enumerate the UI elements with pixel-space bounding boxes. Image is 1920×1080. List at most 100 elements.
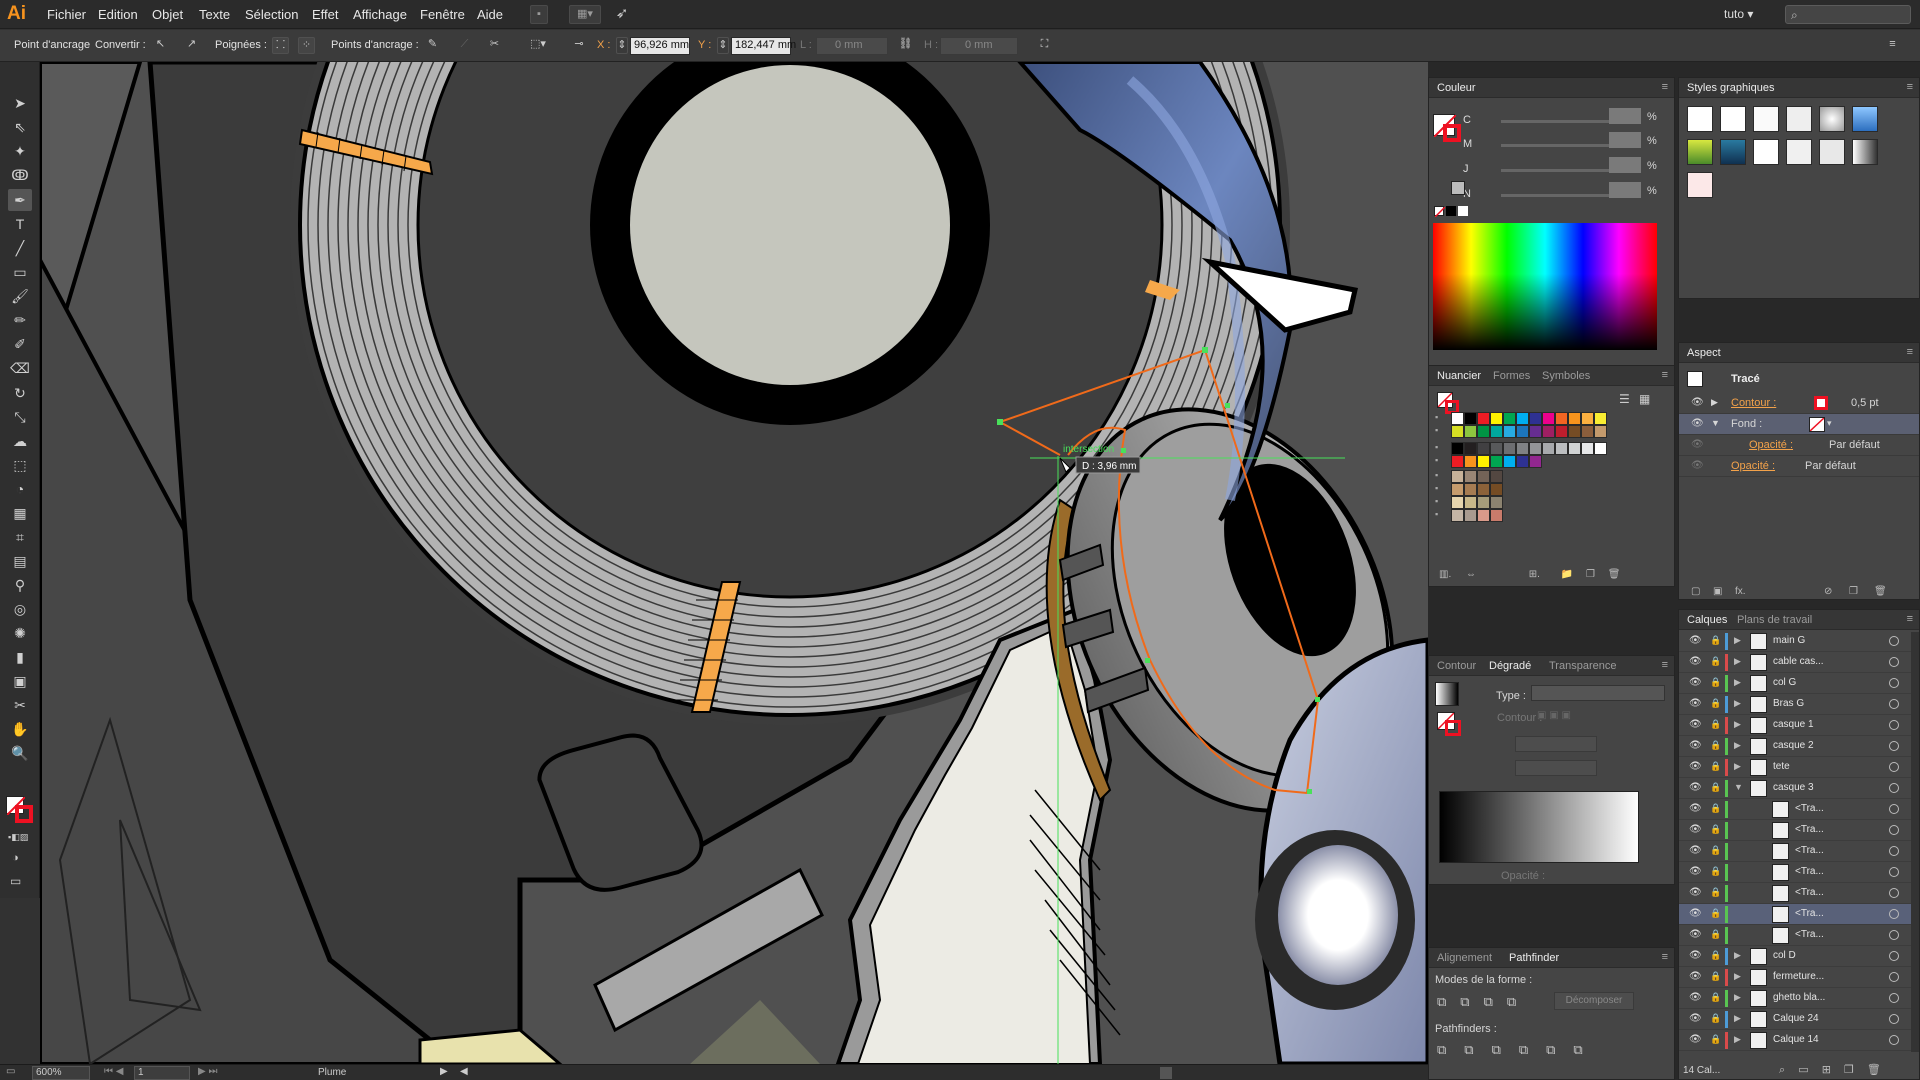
style-3[interactable] xyxy=(1753,106,1779,132)
layer-row[interactable]: 👁 🔒 ▼ casque 3 xyxy=(1679,778,1911,799)
layer-row[interactable]: 👁 🔒 ▶ cable cas... xyxy=(1679,652,1911,673)
swatch[interactable] xyxy=(1451,425,1464,438)
layer-name[interactable]: fermeture... xyxy=(1773,971,1824,982)
lock-icon[interactable]: 🔒 xyxy=(1710,656,1721,667)
swatch[interactable] xyxy=(1594,412,1607,425)
swatch[interactable] xyxy=(1555,425,1568,438)
visibility-eye-icon[interactable]: 👁 xyxy=(1689,740,1702,751)
layer-name[interactable]: Calque 24 xyxy=(1773,1013,1819,1024)
magenta-slider[interactable] xyxy=(1501,144,1609,147)
tab-contour[interactable]: Contour xyxy=(1437,660,1476,672)
style-11[interactable] xyxy=(1819,139,1845,165)
lock-icon[interactable]: 🔒 xyxy=(1710,1034,1721,1045)
swatch[interactable] xyxy=(1529,412,1542,425)
layer-target-icon[interactable] xyxy=(1889,930,1899,940)
workspace-switcher[interactable]: tuto ▾ xyxy=(1724,7,1753,21)
mesh-tool-icon[interactable]: ⌗ xyxy=(8,526,32,548)
eye-icon[interactable]: 👁 xyxy=(1691,418,1704,429)
swatch[interactable] xyxy=(1451,442,1464,455)
lock-icon[interactable]: 🔒 xyxy=(1710,740,1721,751)
swatch[interactable] xyxy=(1464,483,1477,496)
swatch[interactable] xyxy=(1503,442,1516,455)
swatch-group-folder-icon[interactable]: ▪ xyxy=(1435,509,1438,519)
style-12[interactable] xyxy=(1852,139,1878,165)
pathfinder-buttons[interactable]: ⧉⧉⧉⧉⧉⧉ xyxy=(1437,1042,1601,1058)
swatch[interactable] xyxy=(1490,509,1503,522)
contour-label[interactable]: Contour : xyxy=(1731,397,1776,409)
visibility-eye-icon[interactable]: 👁 xyxy=(1689,992,1702,1003)
new-swatch-icon[interactable]: ❐ xyxy=(1586,569,1595,580)
swatch[interactable] xyxy=(1477,412,1490,425)
visibility-eye-icon[interactable]: 👁 xyxy=(1689,761,1702,772)
warp-tool-icon[interactable]: ☁ xyxy=(8,430,32,452)
layer-row[interactable]: 👁 🔒 <Tra... xyxy=(1679,841,1911,862)
tab-symboles[interactable]: Symboles xyxy=(1542,370,1590,382)
control-menu-icon[interactable]: ≡ xyxy=(1884,37,1901,54)
none-swatch[interactable] xyxy=(1434,206,1446,218)
direct-selection-tool-icon[interactable]: ⇖ xyxy=(8,116,32,138)
layer-row[interactable]: 👁 🔒 ▶ col D xyxy=(1679,946,1911,967)
layer-row[interactable]: 👁 🔒 ▶ Calque 14 xyxy=(1679,1030,1911,1051)
isolate-icon[interactable]: ⬚▾ xyxy=(525,37,551,54)
swatch[interactable] xyxy=(1529,442,1542,455)
zoom-tool-icon[interactable]: 🔍 xyxy=(8,742,32,764)
swatch[interactable] xyxy=(1451,496,1464,509)
layer-row[interactable]: 👁 🔒 ▶ Bras G xyxy=(1679,694,1911,715)
yellow-slider[interactable] xyxy=(1501,169,1609,172)
menu-edition[interactable]: Edition xyxy=(98,7,138,22)
tab-transparence[interactable]: Transparence xyxy=(1549,660,1616,672)
style-6[interactable] xyxy=(1852,106,1878,132)
search-input[interactable]: ⌕ xyxy=(1785,5,1911,24)
rectangle-tool-icon[interactable]: ▭ xyxy=(8,261,32,283)
eye-icon[interactable]: 👁 xyxy=(1691,439,1704,450)
delete-layer-icon[interactable]: 🗑 xyxy=(1867,1064,1881,1076)
collapse-triangle-icon[interactable]: ▼ xyxy=(1711,418,1720,428)
layer-target-icon[interactable] xyxy=(1889,804,1899,814)
color-spectrum[interactable] xyxy=(1433,223,1657,350)
gradient-preview[interactable] xyxy=(1435,682,1459,706)
y-field[interactable]: 182,447 mm xyxy=(731,37,796,55)
swatch[interactable] xyxy=(1555,412,1568,425)
lock-icon[interactable]: 🔒 xyxy=(1710,803,1721,814)
swatch-options-icon[interactable]: ⊞. xyxy=(1529,569,1540,580)
swatch-group-folder-icon[interactable]: ▪ xyxy=(1435,442,1438,452)
new-layer-icon[interactable]: ❐ xyxy=(1844,1064,1854,1076)
layer-row[interactable]: 👁 🔒 ▶ col G xyxy=(1679,673,1911,694)
style-default[interactable] xyxy=(1687,106,1713,132)
swatch[interactable] xyxy=(1516,425,1529,438)
style-13[interactable] xyxy=(1687,172,1713,198)
artboard-canvas[interactable]: intersection D : 3,96 mm xyxy=(40,62,1428,1064)
color-stroke-swatch[interactable] xyxy=(1443,124,1461,142)
contour-swatch[interactable] xyxy=(1814,396,1828,410)
style-4[interactable] xyxy=(1786,106,1812,132)
horizontal-scrollbar[interactable] xyxy=(1160,1067,1172,1079)
tab-formes[interactable]: Formes xyxy=(1493,370,1530,382)
layer-target-icon[interactable] xyxy=(1889,846,1899,856)
layer-target-icon[interactable] xyxy=(1889,720,1899,730)
lock-icon[interactable]: 🔒 xyxy=(1710,866,1721,877)
gradient-type-select[interactable] xyxy=(1531,685,1665,701)
swatch[interactable] xyxy=(1451,483,1464,496)
menu-fenetre[interactable]: Fenêtre xyxy=(420,7,465,22)
expand-button[interactable]: Décomposer xyxy=(1554,992,1634,1010)
swatch[interactable] xyxy=(1477,483,1490,496)
layer-expand-icon[interactable]: ▶ xyxy=(1734,635,1741,646)
paintbrush-tool-icon[interactable]: 🖌 xyxy=(8,285,32,307)
layer-target-icon[interactable] xyxy=(1889,909,1899,919)
swatch[interactable] xyxy=(1451,470,1464,483)
layer-expand-icon[interactable]: ▶ xyxy=(1734,1013,1741,1024)
yellow-field[interactable] xyxy=(1609,157,1641,173)
layer-name[interactable]: col D xyxy=(1773,950,1796,961)
y-stepper[interactable]: ⇕ xyxy=(717,37,729,54)
swatch[interactable] xyxy=(1542,425,1555,438)
gradient-tool-icon[interactable]: ▤ xyxy=(8,550,32,572)
layer-name[interactable]: col G xyxy=(1773,677,1796,688)
swatch-library-icon[interactable]: ▥. xyxy=(1439,569,1451,580)
scale-tool-icon[interactable]: ⤡ xyxy=(8,406,32,428)
add-fill-icon[interactable]: ▣ xyxy=(1713,586,1722,597)
type-tool-icon[interactable]: T xyxy=(8,213,32,235)
layer-row[interactable]: 👁 🔒 <Tra... xyxy=(1679,820,1911,841)
swatch[interactable] xyxy=(1464,509,1477,522)
lock-icon[interactable]: 🔒 xyxy=(1710,971,1721,982)
swatch-group-folder-icon[interactable]: ▪ xyxy=(1435,455,1438,465)
